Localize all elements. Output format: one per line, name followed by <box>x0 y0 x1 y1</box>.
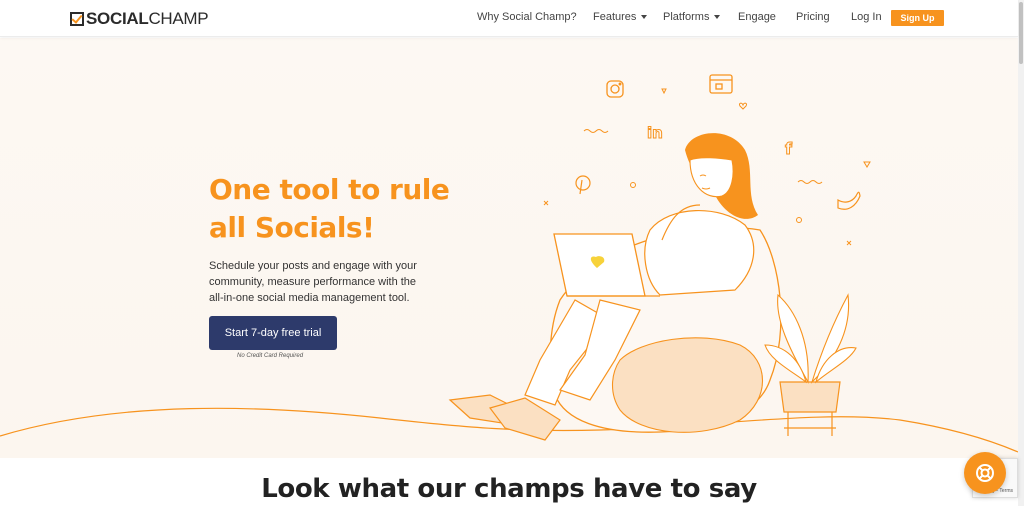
nav-why-social-champ[interactable]: Why Social Champ? <box>477 11 577 23</box>
wave-decoration <box>797 180 823 184</box>
chevron-down-icon <box>714 15 721 20</box>
nav-engage[interactable]: Engage <box>738 11 776 23</box>
hero-title-line-2: all Socials! <box>209 211 375 244</box>
nav-features-label: Features <box>593 11 637 23</box>
cross-decoration <box>846 240 852 246</box>
logo[interactable]: SOCIALCHAMP <box>70 9 209 29</box>
facebook-icon: f <box>785 139 793 158</box>
twitter-icon <box>837 191 861 210</box>
nav-platforms[interactable]: Platforms <box>663 11 721 23</box>
heart-icon <box>738 102 748 110</box>
chevron-down-icon <box>641 15 648 20</box>
chat-support-icon <box>976 464 994 482</box>
chat-support-button[interactable] <box>964 452 1006 494</box>
no-credit-card-note: No Credit Card Required <box>237 353 304 359</box>
testimonials-heading: Look what our champs have to say <box>261 474 757 504</box>
nav-platforms-label: Platforms <box>663 11 710 23</box>
hero-illustration: in f <box>0 74 1018 453</box>
site-header: SOCIALCHAMP Why Social Champ? Features P… <box>0 0 1018 37</box>
signup-button[interactable]: Sign Up <box>891 10 944 26</box>
hero-title-line-1: One tool to rule <box>209 173 450 206</box>
start-free-trial-button[interactable]: Start 7-day free trial <box>209 316 337 350</box>
cross-decoration <box>543 200 549 206</box>
store-icon <box>709 74 733 94</box>
nav-features[interactable]: Features <box>593 11 648 23</box>
triangle-decoration <box>863 161 871 168</box>
logo-text: SOCIALCHAMP <box>86 9 209 28</box>
checkbox-logo-icon <box>70 12 84 26</box>
triangle-decoration <box>661 88 667 95</box>
instagram-icon <box>606 80 624 98</box>
linkedin-icon: in <box>647 124 663 142</box>
circle-decoration <box>630 182 636 188</box>
circle-decoration <box>796 217 802 223</box>
nav-pricing[interactable]: Pricing <box>796 11 830 23</box>
torso <box>644 209 755 296</box>
nav-login[interactable]: Log In <box>851 11 882 23</box>
pinterest-icon <box>575 175 591 195</box>
wave-decoration <box>583 129 609 133</box>
bean-bag-shadow <box>611 337 763 433</box>
page-scrollbar[interactable] <box>1018 0 1024 506</box>
hero-subtitle: Schedule your posts and engage with your… <box>209 260 417 304</box>
face <box>689 157 734 198</box>
hero-title: One tool to rule all Socials! <box>209 171 509 247</box>
scrollbar-thumb[interactable] <box>1019 2 1023 64</box>
